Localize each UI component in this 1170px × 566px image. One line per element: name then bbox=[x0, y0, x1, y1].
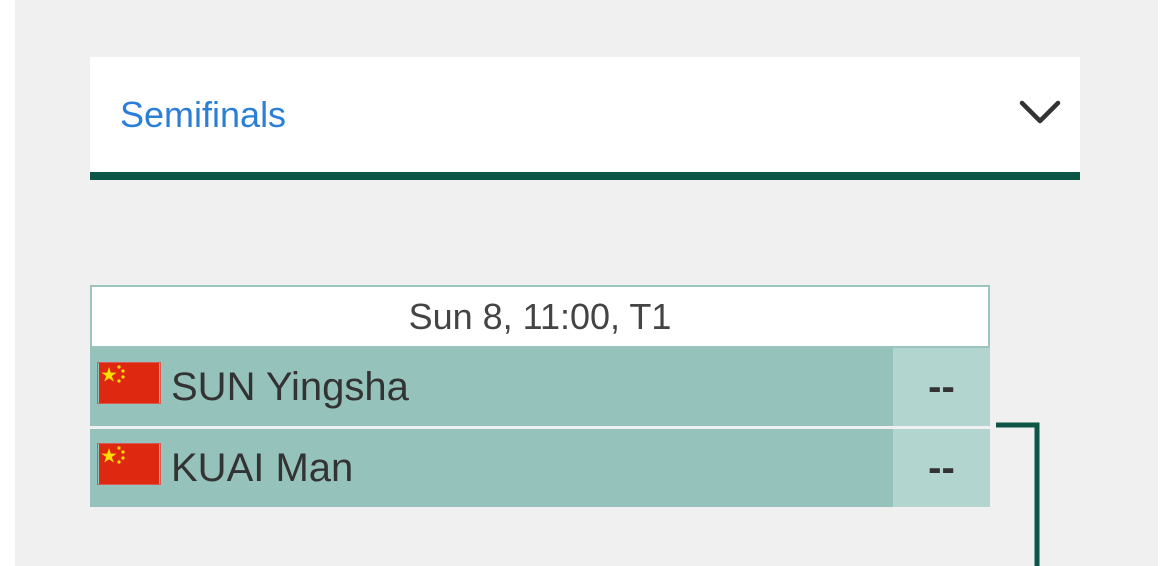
player-info: KUAI Man bbox=[90, 429, 893, 507]
player-score: -- bbox=[893, 348, 990, 426]
player-score: -- bbox=[893, 429, 990, 507]
round-dropdown[interactable]: Semifinals bbox=[90, 57, 1080, 172]
round-dropdown-label: Semifinals bbox=[120, 94, 287, 135]
player-row[interactable]: SUN Yingsha -- bbox=[90, 348, 990, 426]
china-flag-icon bbox=[99, 363, 159, 403]
match-schedule: Sun 8, 11:00, T1 bbox=[90, 285, 990, 348]
match-card[interactable]: Sun 8, 11:00, T1 SUN Yingsha -- KUAI Man… bbox=[90, 285, 990, 507]
bracket-connector-line bbox=[996, 422, 1040, 566]
player-name: KUAI Man bbox=[171, 446, 354, 490]
chevron-down-icon bbox=[1019, 100, 1061, 124]
player-row[interactable]: KUAI Man -- bbox=[90, 429, 990, 507]
player-name: SUN Yingsha bbox=[171, 365, 409, 409]
china-flag-icon bbox=[99, 444, 159, 484]
player-info: SUN Yingsha bbox=[90, 348, 893, 426]
round-dropdown-underline bbox=[90, 172, 1080, 180]
